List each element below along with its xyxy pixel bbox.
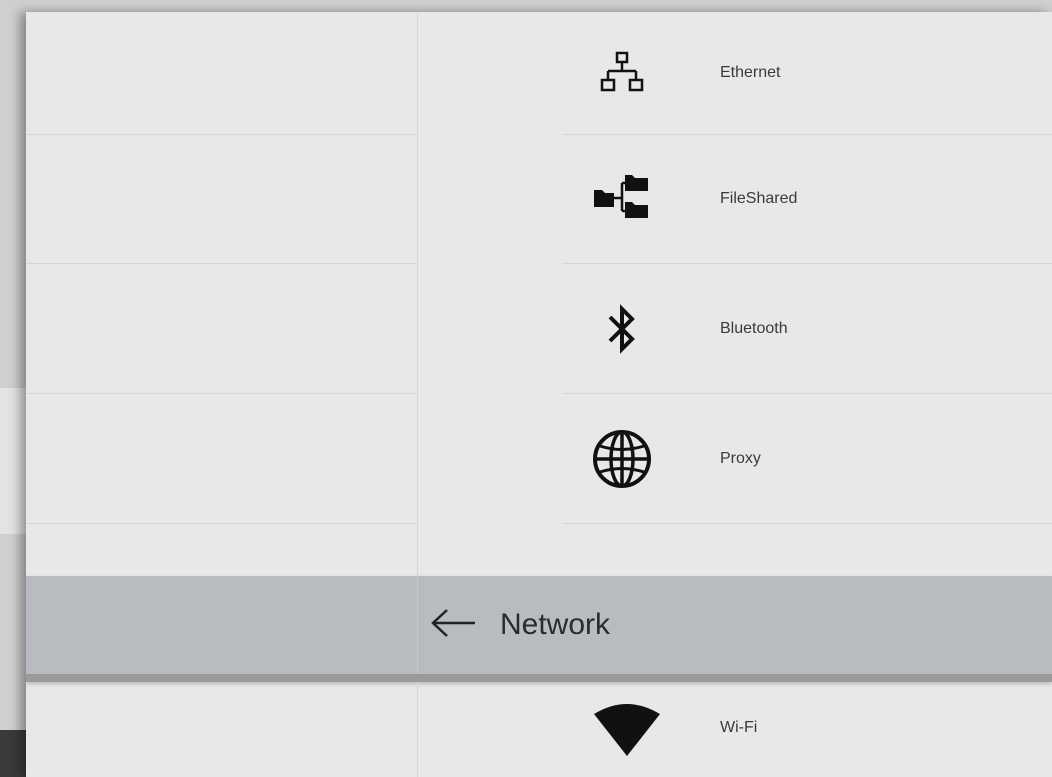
left-row — [26, 264, 417, 394]
file-shared-icon — [592, 169, 652, 229]
left-row — [26, 12, 417, 135]
menu-item-label: Wi-Fi — [720, 719, 758, 736]
left-row — [26, 394, 417, 524]
left-row — [26, 135, 417, 264]
menu-item-proxy[interactable]: Proxy — [562, 394, 1052, 524]
menu-item-label: FileShared — [720, 190, 798, 207]
menu-item-label: Ethernet — [720, 64, 781, 81]
menu-item-wifi[interactable]: Wi-Fi — [562, 682, 1052, 777]
globe-icon — [592, 429, 652, 489]
menu-item-label: Bluetooth — [720, 319, 788, 337]
menu-item-label: Proxy — [720, 449, 761, 467]
column-divider — [417, 682, 418, 777]
header-bar: Network — [26, 576, 1052, 682]
screen: Ethernet FileShared Bluetooth Proxy Netw… — [0, 0, 1052, 777]
menu-item-bluetooth[interactable]: Bluetooth — [562, 264, 1052, 394]
arrow-left-icon — [429, 607, 477, 644]
menu-item-ethernet[interactable]: Ethernet — [562, 12, 1052, 135]
bluetooth-icon — [592, 299, 652, 359]
header-divider — [417, 576, 418, 674]
wifi-icon — [592, 700, 662, 760]
ethernet-icon — [592, 43, 652, 103]
network-settings-panel: Ethernet FileShared Bluetooth Proxy Netw… — [26, 12, 1052, 777]
page-title: Network — [500, 608, 611, 641]
back-button[interactable] — [428, 600, 478, 650]
menu-item-fileshared[interactable]: FileShared — [562, 135, 1052, 264]
